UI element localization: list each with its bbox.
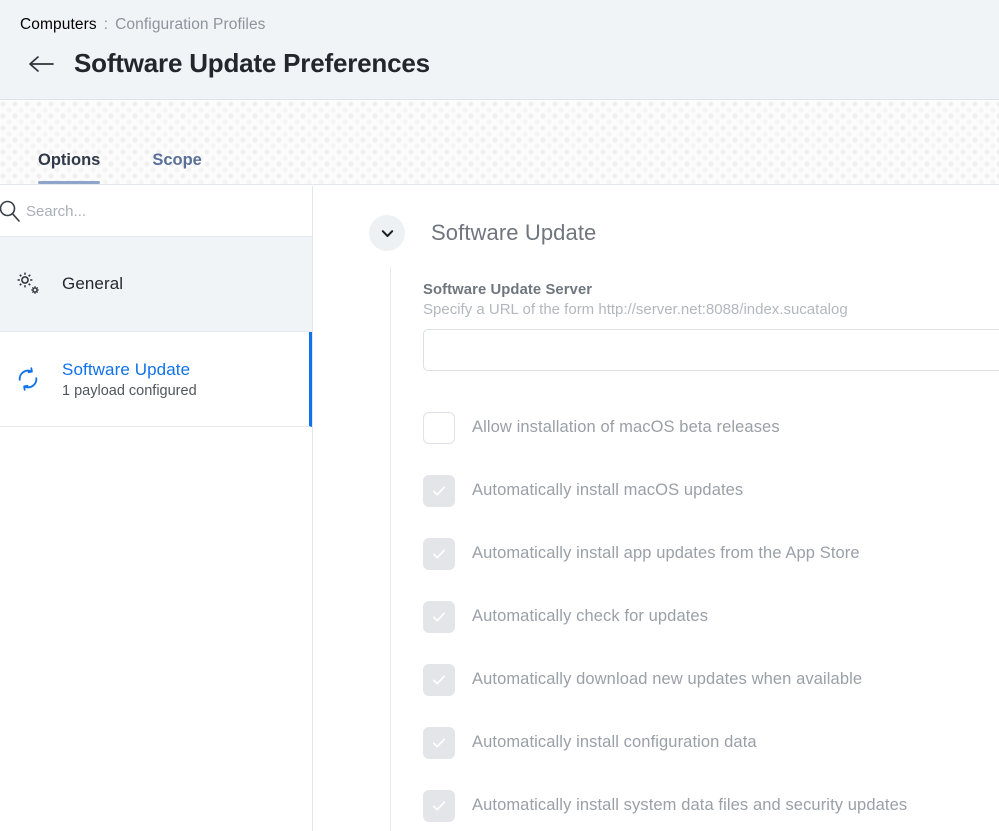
page-title: Software Update Preferences	[74, 48, 430, 78]
checkbox-label-install-macos-updates: Automatically install macOS updates	[472, 481, 744, 499]
tab-bar: Options Scope	[0, 101, 999, 185]
checkbox-install-configuration-data[interactable]	[423, 726, 455, 759]
breadcrumb-separator: :	[103, 16, 109, 33]
section-header: Software Update	[369, 215, 596, 251]
sync-icon	[13, 364, 43, 394]
tab-scope[interactable]: Scope	[152, 151, 202, 184]
search-input[interactable]	[26, 202, 286, 220]
breadcrumb-root[interactable]: Computers	[20, 16, 97, 33]
checkbox-row-check-for-updates[interactable]: Automatically check for updates	[423, 585, 999, 648]
checkbox-row-install-macos-updates[interactable]: Automatically install macOS updates	[423, 459, 999, 522]
main-panel: Software Update Software Update Server S…	[334, 186, 999, 831]
section-title: Software Update	[431, 220, 597, 245]
checkbox-row-install-system-data-files[interactable]: Automatically install system data files …	[423, 774, 999, 831]
sidebar-item-software-update-sub: 1 payload configured	[62, 382, 197, 399]
sidebar-item-software-update-label: Software Update	[62, 359, 191, 379]
checkbox-install-macos-updates[interactable]	[423, 474, 455, 507]
checkbox-list: Allow installation of macOS beta release…	[423, 396, 999, 831]
sidebar-item-general-label: General	[62, 274, 124, 293]
checkbox-label-beta-releases: Allow installation of macOS beta release…	[472, 418, 780, 436]
checkbox-row-install-app-updates[interactable]: Automatically install app updates from t…	[423, 522, 999, 585]
checkbox-install-system-data-files[interactable]	[423, 789, 455, 822]
checkbox-label-check-for-updates: Automatically check for updates	[472, 607, 709, 625]
payload-sidebar: General Software Update 1 payload config…	[0, 186, 313, 831]
software-update-server-hint: Specify a URL of the form http://server.…	[423, 301, 848, 318]
checkbox-check-for-updates[interactable]	[423, 600, 455, 633]
checkbox-label-install-system-data-files: Automatically install system data files …	[472, 796, 908, 814]
sidebar-item-software-update[interactable]: Software Update 1 payload configured	[0, 332, 312, 427]
gears-icon	[13, 269, 43, 299]
chevron-down-icon[interactable]	[369, 215, 405, 251]
search-row	[0, 186, 312, 237]
breadcrumb-leaf[interactable]: Configuration Profiles	[115, 16, 265, 33]
checkbox-row-install-configuration-data[interactable]: Automatically install configuration data	[423, 711, 999, 774]
sidebar-item-software-update-text: Software Update 1 payload configured	[62, 360, 197, 399]
sidebar-item-general[interactable]: General	[0, 237, 312, 332]
checkbox-install-app-updates[interactable]	[423, 537, 455, 570]
checkbox-label-install-configuration-data: Automatically install configuration data	[472, 733, 757, 751]
checkbox-label-install-app-updates: Automatically install app updates from t…	[472, 544, 860, 562]
page-header: Computers: Configuration Profiles Softwar…	[0, 0, 999, 100]
section-body: Software Update Server Specify a URL of …	[390, 267, 999, 831]
checkbox-download-new-updates[interactable]	[423, 663, 455, 696]
sidebar-item-general-text: General	[62, 274, 123, 294]
checkbox-label-download-new-updates: Automatically download new updates when …	[472, 670, 863, 688]
checkbox-row-download-new-updates[interactable]: Automatically download new updates when …	[423, 648, 999, 711]
tab-list: Options Scope	[38, 101, 202, 184]
tab-options[interactable]: Options	[38, 151, 101, 184]
title-row: Software Update Preferences	[27, 48, 430, 79]
checkbox-row-beta-releases[interactable]: Allow installation of macOS beta release…	[423, 396, 999, 459]
software-update-server-label: Software Update Server	[423, 282, 593, 298]
checkbox-beta-releases[interactable]	[423, 411, 455, 444]
search-icon[interactable]	[0, 197, 23, 225]
arrow-left-icon[interactable]	[27, 50, 55, 78]
software-update-server-input[interactable]	[423, 329, 999, 371]
breadcrumb: Computers: Configuration Profiles	[20, 16, 266, 34]
